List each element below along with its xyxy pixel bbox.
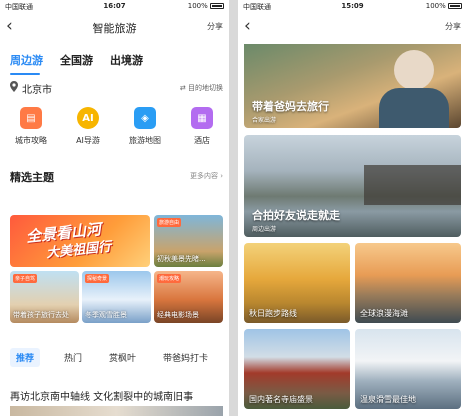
ai-guide-icon: AI: [77, 107, 99, 129]
person-photo: [379, 88, 449, 128]
share-button[interactable]: 分享: [207, 21, 223, 32]
theme-tag: 亲子自驾: [13, 274, 38, 283]
theme-card[interactable]: 亲子自驾 带着孩子旅行去处: [10, 271, 79, 323]
hero-subtitle: 合家出游: [252, 117, 277, 124]
article-title[interactable]: 再访北京南中轴线 文化割裂中的城南旧事: [10, 388, 193, 403]
location-bar: 北京市 ⇄ 目的地切换: [0, 75, 229, 101]
quick-label: 旅游地图: [129, 136, 161, 145]
hero-subtitle: 周边出游: [252, 226, 277, 233]
theme-caption: 带着孩子旅行去处: [13, 311, 69, 319]
quick-label: 城市攻略: [15, 136, 47, 145]
back-icon[interactable]: ‹: [244, 16, 251, 36]
grid-card-title: 秋日跑步路线: [249, 309, 297, 318]
theme-caption: 初秋美景先睹...: [157, 255, 206, 263]
grid-card-title: 温泉滑雪最佳地: [360, 395, 416, 404]
article-thumbnail: [10, 406, 223, 416]
section-title: 精选主题: [10, 171, 54, 184]
status-bar: 中国联通 15:09 100%: [238, 0, 467, 13]
travel-map-icon: ◈: [134, 107, 156, 129]
status-bar: 中国联通 16:07 100%: [0, 0, 229, 13]
tab-recommend[interactable]: 推荐: [10, 348, 41, 367]
location-pin-icon: [10, 81, 18, 92]
grid-card[interactable]: 温泉滑雪最佳地: [355, 329, 461, 409]
grid-card[interactable]: 国内著名寺庙盛景: [244, 329, 350, 409]
theme-card[interactable]: 潮玩攻略 经典电影场景: [154, 271, 223, 323]
theme-tag: 探秘奇景: [85, 274, 110, 283]
hero-card-friends[interactable]: 合拍好友说走就走 周边出游: [244, 135, 461, 237]
battery-icon: [210, 3, 224, 9]
hotel-icon: ▦: [191, 107, 213, 129]
grid-card-title: 全球浪漫海滩: [360, 309, 408, 318]
theme-card[interactable]: 旅游自由 初秋美景先睹...: [154, 215, 223, 267]
tab-domestic[interactable]: 全国游: [60, 52, 93, 68]
quick-entries: ▤ 城市攻略 AI AI导游 ◈ 旅游地图 ▦ 酒店: [0, 101, 229, 165]
featured-header: 精选主题 更多内容 ›: [0, 165, 229, 187]
page-title: 智能旅游: [92, 22, 137, 35]
battery-indicator: 100%: [426, 2, 462, 10]
current-city[interactable]: 北京市: [22, 81, 52, 96]
battery-icon: [448, 3, 462, 9]
left-screen: 中国联通 16:07 100% ‹ 智能旅游 分享 周边游 全国游 出境游 北京…: [0, 0, 229, 416]
theme-caption: 冬季观雪胜景: [85, 311, 127, 319]
featured-banner[interactable]: 全景看山河 大美祖国行: [10, 215, 150, 267]
grid-card[interactable]: 秋日跑步路线: [244, 243, 350, 323]
hero-title: 带着爸妈去旅行: [252, 100, 329, 113]
quick-hotel[interactable]: ▦ 酒店: [177, 107, 227, 146]
city-guide-icon: ▤: [20, 107, 42, 129]
theme-card[interactable]: 探秘奇景 冬季观雪胜景: [82, 271, 151, 323]
destination-switch[interactable]: ⇄ 目的地切换: [180, 83, 223, 93]
grid-card[interactable]: 全球浪漫海滩: [355, 243, 461, 323]
hero-title: 合拍好友说走就走: [252, 209, 340, 222]
quick-city-guide[interactable]: ▤ 城市攻略: [6, 107, 56, 146]
right-screen: 中国联通 15:09 100% ‹ 分享 带着爸妈去旅行 合家出游 合拍好友说走…: [238, 0, 467, 416]
share-button[interactable]: 分享: [445, 21, 461, 32]
category-tabs: 推荐 热门 赏枫叶 带爸妈打卡: [0, 343, 229, 369]
battery-percent: 100%: [187, 2, 208, 10]
theme-tag: 旅游自由: [157, 218, 182, 227]
grid-card-title: 国内著名寺庙盛景: [249, 395, 313, 404]
person-photo: [394, 50, 434, 90]
quick-ai-guide[interactable]: AI AI导游: [63, 107, 113, 146]
hero-card-family[interactable]: 带着爸妈去旅行 合家出游: [244, 44, 461, 128]
tab-nearby[interactable]: 周边游: [10, 52, 43, 68]
quick-label: 酒店: [194, 136, 210, 145]
theme-caption: 经典电影场景: [157, 311, 199, 319]
region-tabs: 周边游 全国游 出境游: [0, 41, 229, 75]
battery-percent: 100%: [425, 2, 446, 10]
quick-label: AI导游: [76, 136, 100, 145]
tab-with-parents[interactable]: 带爸妈打卡: [157, 348, 214, 367]
battery-indicator: 100%: [188, 2, 224, 10]
more-link[interactable]: 更多内容 ›: [190, 171, 223, 181]
houses-photo: [364, 165, 461, 205]
tab-overseas[interactable]: 出境游: [110, 52, 143, 68]
nav-bar: ‹ 智能旅游 分享: [0, 13, 229, 41]
tab-maple[interactable]: 赏枫叶: [103, 348, 142, 367]
nav-bar: ‹ 分享: [238, 13, 467, 41]
tab-hot[interactable]: 热门: [58, 348, 88, 367]
theme-tag: 潮玩攻略: [157, 274, 182, 283]
quick-travel-map[interactable]: ◈ 旅游地图: [120, 107, 170, 146]
destination-switch-label: 目的地切换: [188, 84, 223, 92]
